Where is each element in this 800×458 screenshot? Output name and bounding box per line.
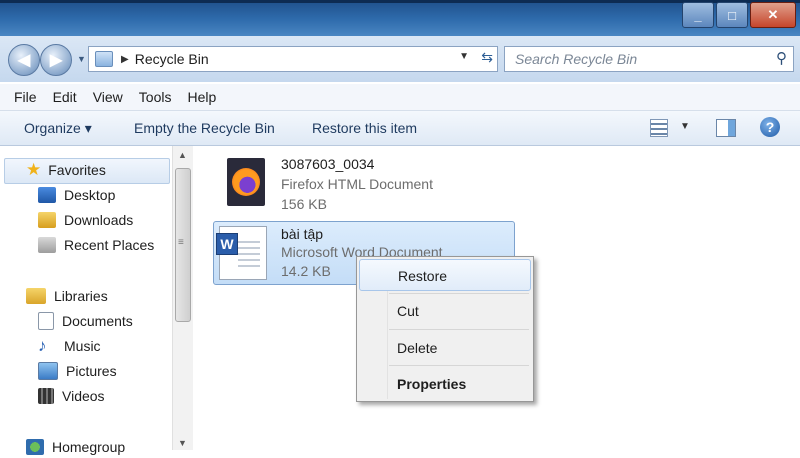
word-badge-icon: W bbox=[216, 233, 238, 255]
forward-arrow-icon[interactable]: ▶ bbox=[40, 44, 72, 76]
search-icon[interactable]: ⚲ bbox=[776, 49, 787, 67]
menu-help[interactable]: Help bbox=[187, 89, 216, 105]
menu-tools[interactable]: Tools bbox=[139, 89, 172, 105]
sidebar-item-label: Videos bbox=[62, 388, 105, 404]
menu-separator bbox=[389, 329, 529, 330]
recent-pages-dropdown-icon[interactable]: ▼ bbox=[77, 54, 86, 64]
window-controls: _ □ ✕ bbox=[680, 2, 796, 30]
sidebar-item-label: Documents bbox=[62, 313, 133, 329]
context-menu-restore[interactable]: Restore bbox=[359, 259, 531, 291]
pictures-icon bbox=[38, 362, 58, 380]
star-icon: ★ bbox=[26, 160, 42, 179]
context-menu-properties[interactable]: Properties bbox=[359, 368, 529, 398]
empty-recycle-bin-button[interactable]: Empty the Recycle Bin bbox=[134, 120, 275, 136]
search-placeholder: Search Recycle Bin bbox=[515, 51, 638, 67]
sidebar-item-music[interactable]: ♪ Music bbox=[38, 335, 101, 357]
firefox-icon[interactable] bbox=[227, 158, 265, 206]
scroll-down-icon[interactable]: ▼ bbox=[178, 438, 187, 448]
sidebar-item-videos[interactable]: Videos bbox=[38, 385, 105, 407]
scroll-up-icon[interactable]: ▲ bbox=[178, 150, 187, 160]
file-type: Firefox HTML Document bbox=[281, 176, 433, 192]
breadcrumb-chevron-icon[interactable]: ▶ bbox=[121, 54, 129, 65]
sidebar-item-favorites[interactable]: ★ Favorites bbox=[26, 159, 106, 181]
sidebar-item-pictures[interactable]: Pictures bbox=[38, 360, 117, 382]
command-bar: Organize ▾ Empty the Recycle Bin Restore… bbox=[0, 111, 800, 146]
file-name[interactable]: 3087603_0034 bbox=[281, 156, 374, 172]
context-menu-label: Delete bbox=[397, 340, 438, 356]
recent-places-icon bbox=[38, 237, 56, 253]
scrollbar-thumb[interactable]: ≡ bbox=[175, 168, 191, 322]
word-document-icon[interactable]: W bbox=[216, 226, 267, 280]
menu-file[interactable]: File bbox=[14, 89, 37, 105]
menu-separator bbox=[389, 365, 529, 366]
document-lines bbox=[238, 237, 260, 271]
organize-button[interactable]: Organize ▾ bbox=[24, 120, 92, 137]
address-bar[interactable]: ▶ Recycle Bin ▼ ⇆ bbox=[88, 46, 498, 72]
menu-edit[interactable]: Edit bbox=[53, 89, 77, 105]
documents-icon bbox=[38, 312, 54, 330]
breadcrumb-recycle-bin[interactable]: Recycle Bin bbox=[135, 51, 209, 67]
search-input[interactable]: Search Recycle Bin ⚲ bbox=[504, 46, 794, 72]
sidebar-item-downloads[interactable]: Downloads bbox=[38, 209, 133, 231]
change-view-icon[interactable] bbox=[650, 119, 668, 137]
context-menu-cut[interactable]: Cut bbox=[359, 295, 529, 325]
sidebar-item-label: Homegroup bbox=[52, 439, 126, 455]
sidebar-item-homegroup[interactable]: Homegroup bbox=[26, 436, 125, 458]
close-button[interactable]: ✕ bbox=[750, 2, 796, 28]
refresh-icon[interactable]: ⇆ bbox=[481, 49, 493, 66]
context-menu-delete[interactable]: Delete bbox=[359, 332, 529, 362]
navigation-pane-scrollbar[interactable]: ▲ ≡ ▼ bbox=[172, 146, 193, 450]
recycle-bin-icon bbox=[95, 51, 113, 67]
sidebar-item-label: Pictures bbox=[66, 363, 117, 379]
grip-icon: ≡ bbox=[178, 237, 184, 248]
sidebar-item-label: Libraries bbox=[54, 288, 108, 304]
sidebar-item-desktop[interactable]: Desktop bbox=[38, 184, 115, 206]
preview-pane-icon[interactable] bbox=[716, 119, 736, 137]
address-dropdown-icon[interactable]: ▼ bbox=[459, 51, 469, 62]
sidebar-item-recent-places[interactable]: Recent Places bbox=[38, 234, 154, 256]
menu-view[interactable]: View bbox=[93, 89, 123, 105]
libraries-icon bbox=[26, 288, 46, 304]
context-menu-label: Cut bbox=[397, 303, 419, 319]
menu-bar: File Edit View Tools Help bbox=[0, 84, 800, 111]
sidebar-item-label: Favorites bbox=[48, 162, 106, 178]
context-menu-label: Properties bbox=[397, 376, 467, 392]
sidebar-item-label: Music bbox=[64, 338, 101, 354]
sidebar-item-label: Downloads bbox=[64, 212, 134, 228]
back-arrow-icon[interactable]: ◀ bbox=[8, 44, 40, 76]
maximize-button[interactable]: □ bbox=[716, 2, 748, 28]
desktop-icon bbox=[38, 187, 56, 203]
music-icon: ♪ bbox=[38, 336, 47, 355]
navigation-bar: ◀ ▶ ▼ ▶ Recycle Bin ▼ ⇆ Search Recycle B… bbox=[0, 36, 800, 82]
menu-separator bbox=[389, 293, 529, 294]
file-name[interactable]: bài tập bbox=[281, 226, 323, 242]
downloads-icon bbox=[38, 212, 56, 228]
minimize-button[interactable]: _ bbox=[682, 2, 714, 28]
view-dropdown-icon[interactable]: ▼ bbox=[680, 121, 690, 132]
context-menu: Restore Cut Delete Properties bbox=[356, 256, 534, 402]
sidebar-item-label: Desktop bbox=[64, 187, 116, 203]
file-size: 14.2 KB bbox=[281, 263, 331, 279]
restore-item-button[interactable]: Restore this item bbox=[312, 120, 417, 136]
sidebar-item-libraries[interactable]: Libraries bbox=[26, 285, 108, 307]
context-menu-label: Restore bbox=[398, 268, 448, 284]
navigation-pane: ★ Favorites Desktop Downloads Recent Pla… bbox=[0, 146, 172, 455]
videos-icon bbox=[38, 388, 54, 404]
file-size: 156 KB bbox=[281, 196, 327, 212]
homegroup-icon bbox=[26, 439, 44, 455]
sidebar-item-label: Recent Places bbox=[64, 237, 155, 253]
firefox-logo bbox=[232, 168, 260, 196]
sidebar-item-documents[interactable]: Documents bbox=[38, 310, 133, 332]
help-icon[interactable]: ? bbox=[760, 117, 780, 137]
